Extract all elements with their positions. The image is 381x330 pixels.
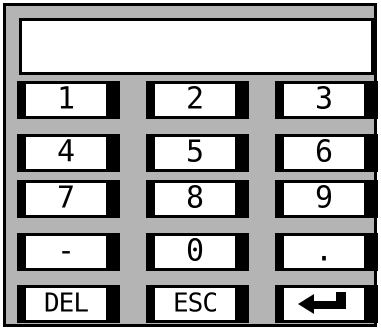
key-label: 5 xyxy=(185,134,205,170)
key-label: - xyxy=(56,233,76,269)
key-label: 4 xyxy=(56,134,76,170)
key-6[interactable]: 6 xyxy=(275,134,378,172)
key-label: 7 xyxy=(56,180,76,216)
key-minus[interactable]: - xyxy=(17,233,120,271)
value-display xyxy=(19,18,374,75)
key-9[interactable]: 9 xyxy=(275,180,378,218)
key-esc[interactable]: ESC xyxy=(146,285,249,323)
enter-arrow-icon xyxy=(298,292,346,314)
key-7[interactable]: 7 xyxy=(17,180,120,218)
key-label: ESC xyxy=(173,288,218,319)
key-5[interactable]: 5 xyxy=(146,134,249,172)
key-label: 0 xyxy=(185,233,205,269)
key-label: 8 xyxy=(185,180,205,216)
key-2[interactable]: 2 xyxy=(146,81,249,119)
key-1[interactable]: 1 xyxy=(17,81,120,119)
key-8[interactable]: 8 xyxy=(146,180,249,218)
key-label: 1 xyxy=(56,81,76,117)
key-decimal[interactable]: . xyxy=(275,233,378,271)
key-label: . xyxy=(314,233,334,269)
key-4[interactable]: 4 xyxy=(17,134,120,172)
key-label: 9 xyxy=(314,180,334,216)
key-label: DEL xyxy=(44,288,89,319)
key-label: 2 xyxy=(185,81,205,117)
key-del[interactable]: DEL xyxy=(17,285,120,323)
key-label: 6 xyxy=(314,134,334,170)
key-0[interactable]: 0 xyxy=(146,233,249,271)
key-enter[interactable] xyxy=(275,285,378,323)
key-3[interactable]: 3 xyxy=(275,81,378,119)
key-label: 3 xyxy=(314,81,334,117)
